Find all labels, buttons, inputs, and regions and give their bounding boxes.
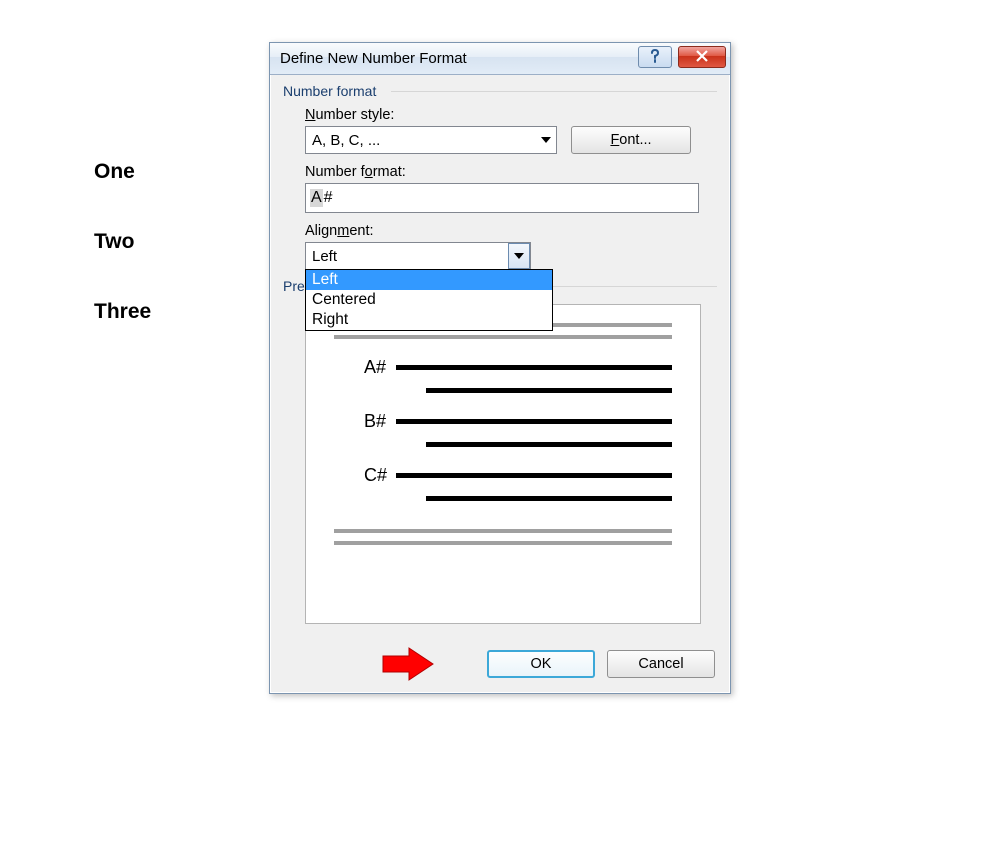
side-list: One Two Three bbox=[94, 160, 151, 370]
number-style-combo[interactable]: A, B, C, ... bbox=[305, 126, 557, 154]
close-icon bbox=[695, 49, 709, 65]
dropdown-arrow-icon bbox=[534, 127, 556, 153]
preview-box: A# B# C# bbox=[305, 304, 701, 624]
alignment-dropdown-list: Left Centered Right bbox=[305, 269, 553, 331]
alignment-option-centered[interactable]: Centered bbox=[306, 290, 552, 310]
close-button[interactable] bbox=[678, 46, 726, 68]
alignment-combo[interactable]: Left Left Centered Right bbox=[305, 242, 531, 270]
dropdown-arrow-icon bbox=[508, 243, 530, 269]
alignment-option-right[interactable]: Right bbox=[306, 310, 552, 330]
alignment-option-left[interactable]: Left bbox=[306, 270, 552, 290]
preview-item-b: B# bbox=[334, 411, 392, 432]
number-format-label: Number format: bbox=[305, 164, 717, 180]
side-label-two: Two bbox=[94, 230, 151, 254]
help-icon bbox=[649, 49, 661, 66]
font-button[interactable]: Font... bbox=[571, 126, 691, 154]
preview-item-a: A# bbox=[334, 357, 392, 378]
ok-button[interactable]: OK bbox=[487, 650, 595, 678]
dialog-titlebar[interactable]: Define New Number Format bbox=[270, 43, 730, 75]
number-format-input[interactable]: A# bbox=[305, 183, 699, 213]
cancel-button[interactable]: Cancel bbox=[607, 650, 715, 678]
help-button[interactable] bbox=[638, 46, 672, 68]
alignment-label: Alignment: bbox=[305, 223, 717, 239]
side-label-one: One bbox=[94, 160, 151, 184]
dialog-title: Define New Number Format bbox=[280, 50, 467, 67]
preview-item-c: C# bbox=[334, 465, 392, 486]
define-number-format-dialog: Define New Number Format Number format N… bbox=[269, 42, 731, 694]
number-style-label: Number style: bbox=[305, 107, 717, 123]
group-number-format-label: Number format bbox=[283, 83, 717, 99]
side-label-three: Three bbox=[94, 300, 151, 324]
annotation-arrow-icon bbox=[379, 644, 439, 687]
